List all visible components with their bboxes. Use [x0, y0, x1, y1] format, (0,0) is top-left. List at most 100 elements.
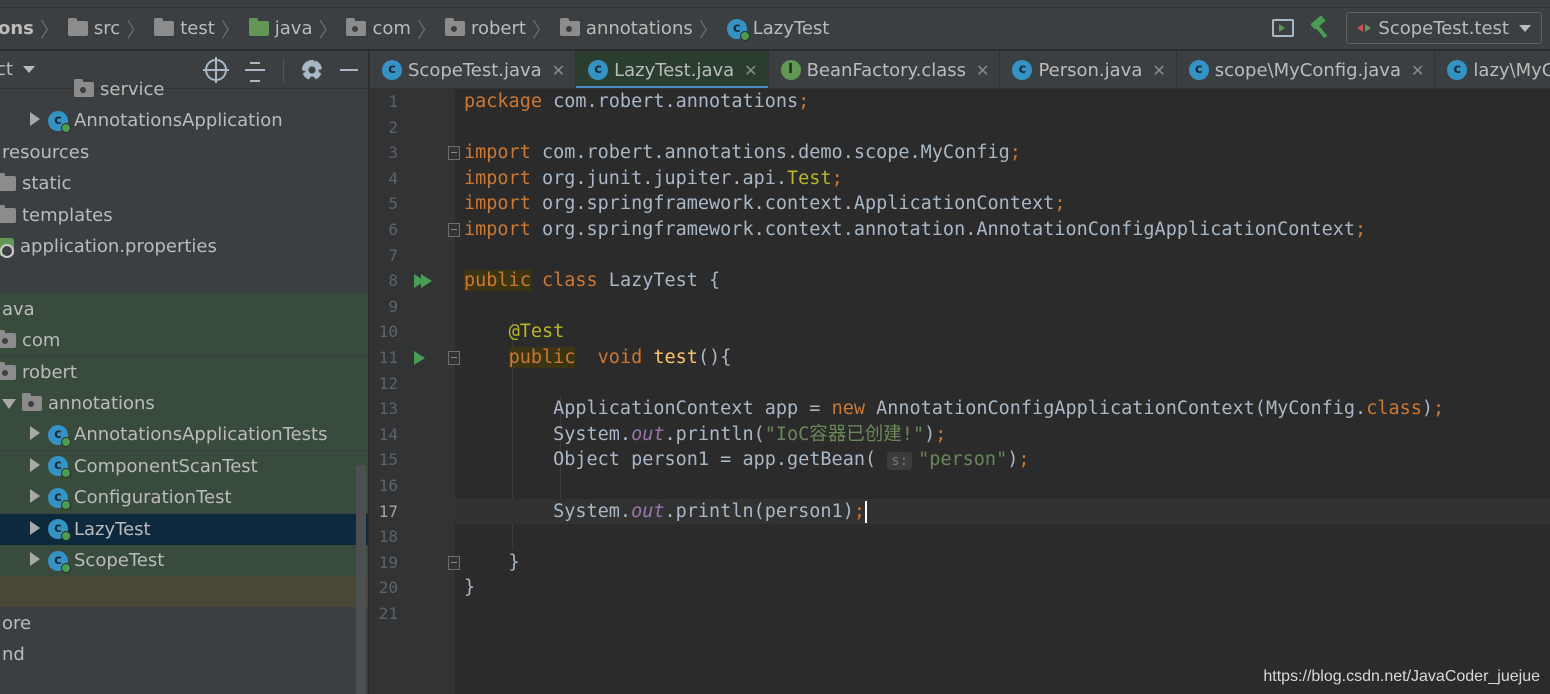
code-line[interactable]: ApplicationContext app = new AnnotationC… — [455, 396, 1550, 422]
code-line[interactable]: import org.springframework.context.annot… — [455, 217, 1550, 243]
code-line[interactable] — [455, 115, 1550, 141]
close-icon[interactable]: ✕ — [1411, 61, 1424, 80]
code-line[interactable] — [455, 371, 1550, 397]
hide-panel-icon[interactable] — [340, 69, 358, 71]
tree-node[interactable]: ore — [0, 608, 368, 639]
test-class-icon: c — [48, 487, 71, 510]
run-configuration-select[interactable]: ScopeTest.test — [1346, 12, 1542, 44]
tree-node[interactable]: static — [0, 168, 368, 199]
tree-node[interactable] — [0, 262, 368, 293]
tree-node[interactable]: c AnnotationsApplicationTests — [0, 419, 368, 451]
breadcrumb-label: test — [180, 18, 215, 39]
close-icon[interactable]: ✕ — [552, 61, 565, 80]
code-line[interactable]: Object person1 = app.getBean( s: "person"… — [455, 447, 1550, 473]
editor-tab[interactable]: c LazyTest.java ✕ — [576, 51, 769, 88]
code-line[interactable]: System.out.println(person1); — [455, 498, 1550, 525]
editor-tab[interactable]: I BeanFactory.class ✕ — [769, 51, 1001, 88]
code-line[interactable] — [455, 294, 1550, 320]
collapse-arrow-icon[interactable] — [30, 112, 40, 127]
code-area[interactable]: package com.robert.annotations; import co… — [455, 89, 1550, 694]
tree-node[interactable]: application.properties — [0, 231, 368, 262]
tree-node-label: robert — [22, 361, 77, 383]
breadcrumb-item[interactable]: src — [67, 18, 121, 39]
breadcrumb-item[interactable]: c LazyTest — [726, 18, 829, 41]
code-line[interactable]: System.out.println("IoC容器已创建!"); — [455, 422, 1550, 448]
code-line[interactable]: import org.junit.jupiter.api.Test; — [455, 166, 1550, 192]
collapse-arrow-icon[interactable] — [30, 489, 40, 504]
run-dashboard-icon[interactable] — [1272, 19, 1294, 37]
code-line[interactable] — [455, 524, 1550, 550]
code-line[interactable]: public void test(){ — [455, 345, 1550, 371]
collapse-arrow-icon[interactable] — [30, 457, 40, 472]
breadcrumb-item[interactable]: java — [248, 18, 312, 39]
class-icon: c — [588, 60, 609, 80]
run-test-icon[interactable] — [414, 351, 425, 365]
code-line[interactable]: package com.robert.annotations; — [455, 89, 1550, 115]
line-number: 5 — [388, 194, 398, 214]
package-icon — [0, 330, 16, 349]
editor-tab[interactable]: c scope\MyConfig.java ✕ — [1177, 51, 1436, 88]
tree-node[interactable]: robert — [0, 356, 368, 388]
breadcrumb-separator: 〉 — [220, 18, 241, 42]
tree-node[interactable]: c ConfigurationTest — [0, 482, 368, 514]
run-configuration-label: ScopeTest.test — [1378, 17, 1509, 39]
tree-node[interactable]: resources — [0, 137, 368, 168]
tree-node[interactable]: com — [0, 325, 368, 357]
tree-node[interactable]: service — [0, 74, 368, 105]
close-icon[interactable]: ✕ — [744, 61, 757, 80]
breadcrumb-item[interactable]: annotations — [559, 18, 693, 39]
code-line[interactable]: import org.springframework.context.Appli… — [455, 191, 1550, 217]
tree-node[interactable]: templates — [0, 200, 368, 231]
text-caret — [865, 500, 867, 523]
tab-label: Person.java — [1038, 59, 1143, 81]
code-line[interactable] — [455, 473, 1550, 499]
tree-node[interactable]: annotations — [0, 388, 368, 419]
tab-label: LazyTest.java — [614, 59, 735, 81]
tree-node[interactable]: c ScopeTest — [0, 545, 368, 576]
breadcrumb-label: src — [93, 18, 121, 39]
tree-node-label: AnnotationsApplication — [74, 110, 283, 132]
code-line[interactable]: @Test — [455, 319, 1550, 345]
editor-tab[interactable]: c ScopeTest.java ✕ — [370, 51, 577, 88]
test-class-icon: c — [726, 18, 750, 41]
collapse-arrow-icon[interactable] — [30, 520, 40, 535]
editor: c ScopeTest.java ✕ c LazyTest.java ✕ I BeanFact… — [369, 51, 1550, 694]
line-number: 12 — [378, 373, 398, 393]
tree-node-label: LazyTest — [74, 518, 151, 540]
collapse-arrow-icon[interactable] — [30, 552, 40, 566]
properties-file-icon — [0, 237, 14, 258]
code-line[interactable]: } — [455, 575, 1550, 601]
breadcrumb-item[interactable]: com — [346, 18, 411, 39]
code-line[interactable]: import com.robert.annotations.demo.scope… — [455, 140, 1550, 166]
editor-tab[interactable]: clazy\MyCon — [1435, 51, 1550, 88]
breadcrumb-item[interactable]: ons — [0, 18, 34, 39]
tab-label: ScopeTest.java — [408, 59, 542, 81]
class-icon: c — [382, 60, 402, 80]
folder-icon — [154, 18, 175, 36]
close-icon[interactable]: ✕ — [1152, 61, 1165, 80]
run-class-icon[interactable] — [414, 274, 432, 289]
tree-node[interactable] — [0, 576, 368, 608]
tree-node[interactable]: ava — [0, 293, 368, 325]
breadcrumb-item[interactable]: test — [154, 18, 215, 39]
editor-tab[interactable]: c Person.java ✕ — [1000, 51, 1177, 88]
breadcrumb-item[interactable]: robert — [444, 18, 526, 39]
tree-node[interactable]: nd — [0, 639, 368, 670]
close-icon[interactable]: ✕ — [976, 61, 989, 80]
tree-node[interactable]: c AnnotationsApplication — [0, 105, 368, 136]
tree-node[interactable]: c ComponentScanTest — [0, 450, 368, 482]
line-number: 4 — [388, 168, 398, 188]
line-number: 21 — [378, 604, 398, 623]
project-tree-scrollbar[interactable] — [356, 465, 366, 694]
interface-icon: I — [780, 60, 801, 80]
code-line[interactable]: } — [455, 550, 1550, 576]
expand-arrow-icon[interactable] — [2, 399, 16, 409]
code-line[interactable] — [455, 601, 1550, 627]
collapse-arrow-icon[interactable] — [30, 426, 40, 441]
code-line[interactable] — [455, 243, 1550, 269]
code-line[interactable]: public class LazyTest { — [455, 268, 1550, 294]
line-number: 11 — [378, 348, 398, 367]
line-number: 15 — [378, 450, 398, 470]
build-hammer-icon[interactable] — [1308, 17, 1332, 39]
tree-node[interactable]: c LazyTest — [0, 513, 368, 545]
